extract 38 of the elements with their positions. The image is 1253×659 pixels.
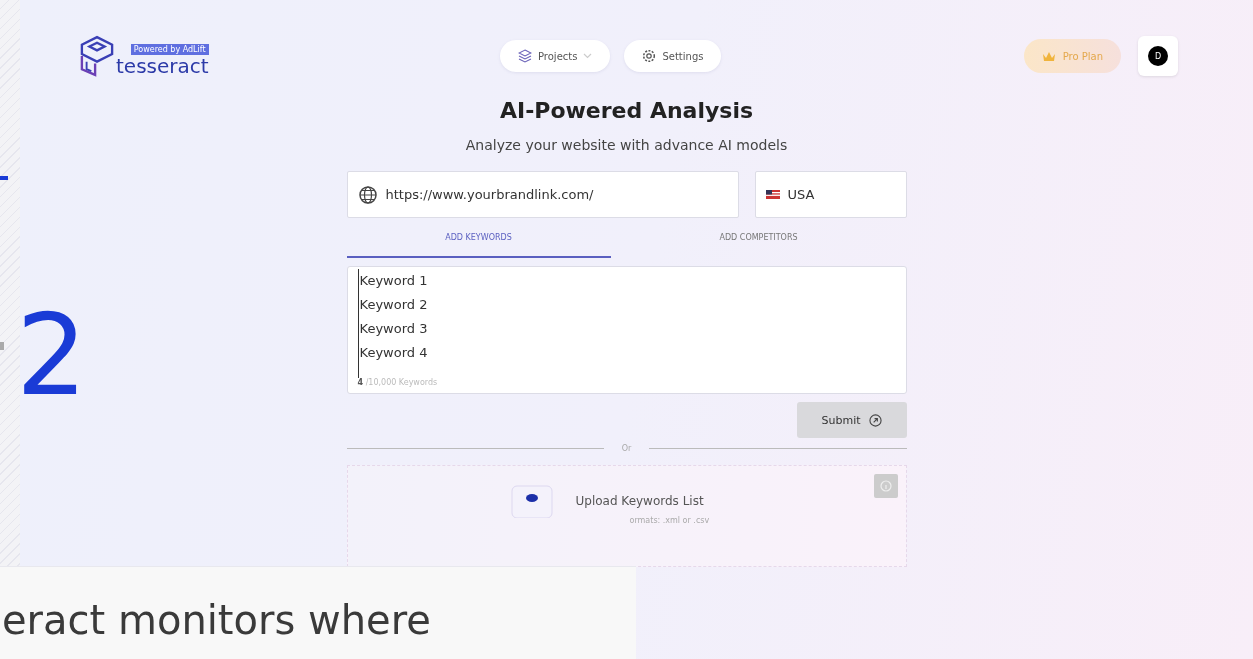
page-subheading: Analyze your website with advance AI models [465,137,788,153]
info-button[interactable] [873,474,898,498]
page-heading: AI-Powered Analysis [499,98,754,123]
globe-icon [357,184,378,205]
projects-dropdown[interactable]: Projects [500,40,611,72]
square-mark [0,342,4,350]
keyword-line: Keyword 4 [359,344,428,362]
layers-icon [518,49,532,63]
keyword-line: Keyword 2 [359,296,428,314]
avatar-circle: D [1148,46,1168,66]
info-icon [879,480,892,492]
avatar-button[interactable]: D [1138,36,1178,76]
settings-icon [642,49,657,63]
submit-button[interactable]: Submit [796,402,907,438]
flag-icon [765,190,780,199]
tab[interactable]: ADD COMPETITORS [610,218,907,258]
dash-mark [0,176,8,180]
or-divider-label: Or [621,444,632,453]
upload-file-icon [509,484,554,518]
keyword-line: Keyword 1 [359,272,428,290]
keywords-text-area[interactable]: Keyword 1 Keyword 2 Keyword 3 Keyword 4 4 /10,000 Keywords [346,266,907,394]
country-field[interactable]: USA [754,171,907,218]
url-field[interactable]: https://www.yourbrandlink.com/ [346,171,739,218]
keyword-line: Keyword 3 [359,320,428,338]
step-number: 2 [16,290,88,420]
brand-name: tesseract [116,55,209,77]
crown-icon [1041,50,1056,62]
tab[interactable]: ADD KEYWORDS [346,218,611,258]
keyword-counter: 4 /10,000 Keywords [357,378,439,387]
upload-formats-hint: ormats: .xml or .csv [629,516,710,525]
settings-button[interactable]: Settings [624,40,722,72]
powered-by-badge: Powered by AdLift [130,44,209,55]
overlay-caption: eract monitors where [2,596,431,645]
cube-logo-icon [80,35,114,77]
chevron-down-icon [583,53,593,59]
arrow-circle-icon [868,413,882,427]
upload-drop-zone[interactable]: Upload Keywords List ormats: .xml or .csv [346,465,907,567]
upload-title: Upload Keywords List [575,494,705,508]
